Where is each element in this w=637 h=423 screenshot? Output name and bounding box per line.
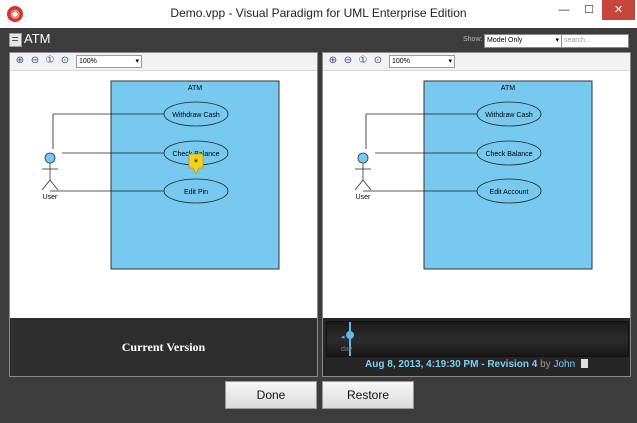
done-button[interactable]: Done: [225, 381, 317, 409]
revision-by-label: by: [540, 359, 551, 370]
show-label: Show:: [463, 36, 483, 43]
diagram-name: ATM: [24, 31, 51, 46]
close-button[interactable]: ✕: [602, 0, 635, 20]
current-version-label: Current Version: [121, 340, 206, 354]
zoom-in-icon[interactable]: ⊕: [14, 55, 26, 67]
current-version-pane: ⊕ ⊖ ① ⊙ 100% ▾ ATM User Withdraw Cash Ch…: [9, 52, 318, 377]
use-case-label: Check Balance: [485, 151, 532, 158]
zoom-select[interactable]: 100% ▾: [389, 55, 455, 68]
zoom-actual-icon[interactable]: ①: [44, 55, 56, 67]
actor-user[interactable]: [41, 152, 59, 191]
zoom-value: 100%: [79, 58, 97, 65]
zoom-value: 100%: [392, 58, 410, 65]
maximize-button[interactable]: ☐: [577, 0, 601, 20]
chevron-down-icon: ▾: [135, 58, 139, 65]
zoom-toolbar: ⊕ ⊖ ① ⊙ 100% ▾: [10, 53, 317, 71]
zoom-fit-icon[interactable]: ⊙: [59, 55, 71, 67]
revision-pane: ⊕ ⊖ ① ⊙ 100% ▾ ATM User Withdraw Cash Ch…: [322, 52, 631, 377]
zoom-actual-icon[interactable]: ①: [357, 55, 369, 67]
zoom-select[interactable]: 100% ▾: [76, 55, 142, 68]
system-name: ATM: [501, 85, 515, 92]
revision-date: Aug 8, 2013, 4:19:30 PM - Revision 4: [365, 359, 538, 370]
actor-user[interactable]: [354, 152, 372, 191]
chevron-down-icon: ▾: [448, 58, 452, 65]
timeline-track[interactable]: ◂▸ day: [326, 321, 629, 357]
use-case-label: Withdraw Cash: [172, 112, 220, 119]
system-name: ATM: [188, 85, 202, 92]
zoom-in-icon[interactable]: ⊕: [327, 55, 339, 67]
use-case-label: Edit Account: [490, 189, 529, 196]
chevron-down-icon: ▾: [555, 37, 559, 44]
show-filter-value: Model Only: [487, 37, 523, 44]
diagram-header: ATM Show: Model Only ▾ search...: [0, 28, 637, 50]
zoom-out-icon[interactable]: ⊖: [342, 55, 354, 67]
revision-user[interactable]: John: [553, 359, 575, 370]
title-bar: ◉ Demo.vpp - Visual Paradigm for UML Ent…: [0, 0, 637, 29]
current-version-box: Current Version: [10, 318, 317, 376]
timeline-arrows-icon: ◂▸: [341, 334, 357, 341]
actor-label: User: [356, 194, 371, 201]
svg-text:*: *: [194, 157, 199, 169]
zoom-toolbar: ⊕ ⊖ ① ⊙ 100% ▾: [323, 53, 630, 71]
minimize-button[interactable]: —: [552, 0, 576, 20]
diagram-canvas[interactable]: ATM User Withdraw Cash Check Balance Edi…: [323, 71, 630, 318]
zoom-out-icon[interactable]: ⊖: [29, 55, 41, 67]
revision-info: Aug 8, 2013, 4:19:30 PM - Revision 4 by …: [323, 359, 630, 370]
window-title: Demo.vpp - Visual Paradigm for UML Enter…: [170, 6, 467, 20]
diagram-icon: [9, 33, 22, 47]
timeline-day-label: day: [341, 346, 353, 353]
diagram-canvas[interactable]: ATM User Withdraw Cash Check Balance Edi…: [10, 71, 317, 318]
restore-button[interactable]: Restore: [322, 381, 414, 409]
revision-timeline: ◂▸ day Aug 8, 2013, 4:19:30 PM - Revisio…: [323, 318, 630, 376]
use-case-label: Withdraw Cash: [485, 112, 533, 119]
use-case-label: Edit Pin: [184, 189, 208, 196]
zoom-fit-icon[interactable]: ⊙: [372, 55, 384, 67]
show-filter-select[interactable]: Model Only ▾: [484, 34, 562, 48]
actor-label: User: [43, 194, 58, 201]
document-icon[interactable]: [580, 359, 588, 368]
search-input[interactable]: search...: [561, 34, 629, 48]
